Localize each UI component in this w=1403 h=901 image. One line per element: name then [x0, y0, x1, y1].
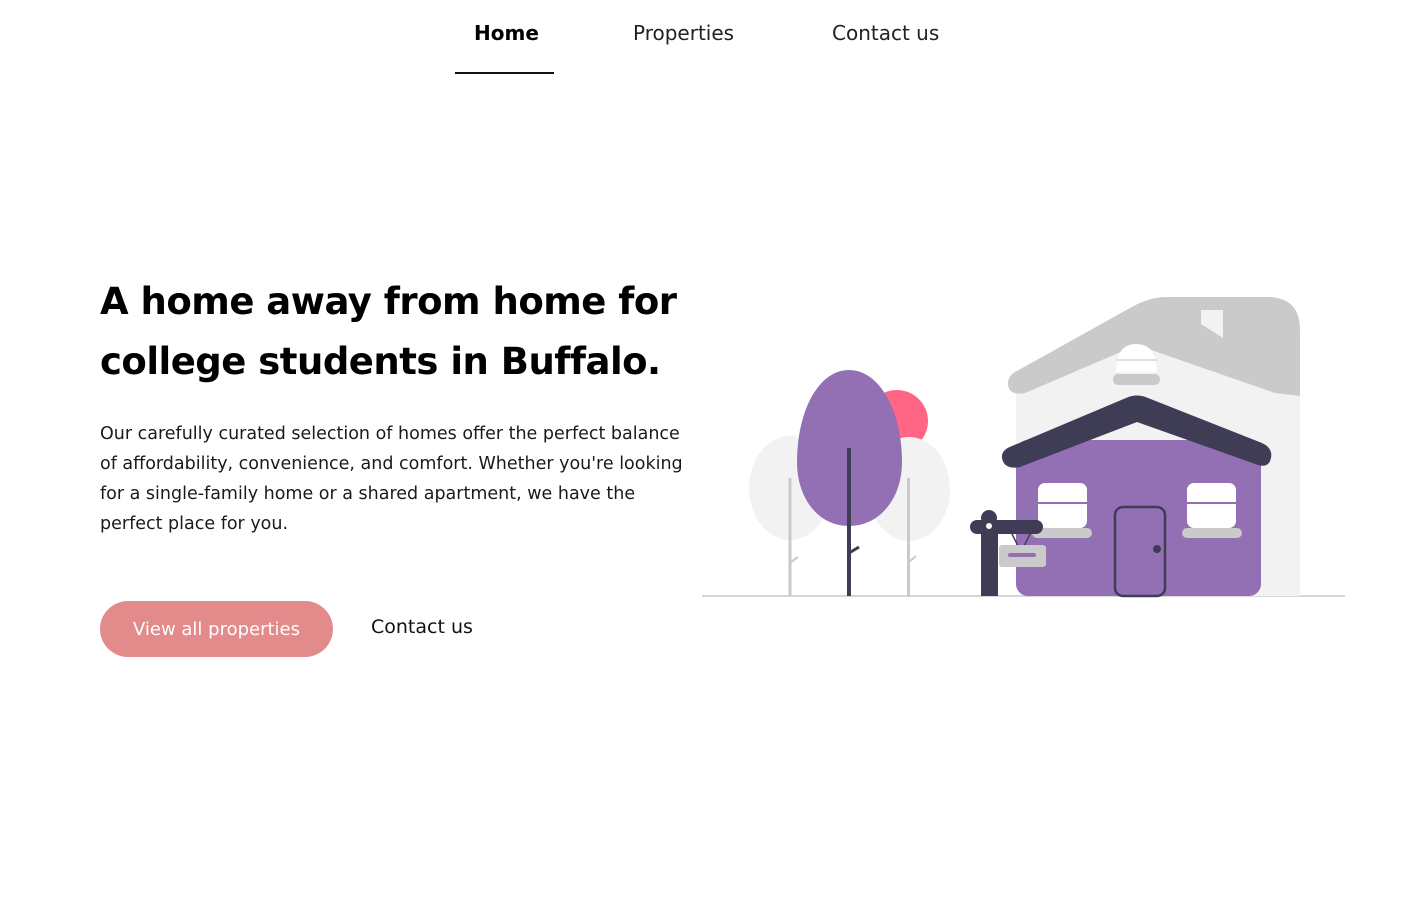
house-illustration — [702, 297, 1345, 598]
top-navigation: Home Properties Contact us — [0, 0, 1403, 76]
hero-title: A home away from home for college studen… — [100, 280, 677, 383]
nav-item-home[interactable]: Home — [474, 21, 539, 45]
active-nav-underline — [455, 72, 554, 74]
nav-item-properties[interactable]: Properties — [633, 21, 734, 45]
tree-right-trunk — [907, 478, 910, 596]
contact-us-link[interactable]: Contact us — [371, 616, 473, 638]
window-right — [1187, 483, 1236, 528]
tree-left-trunk — [788, 478, 792, 596]
window-left — [1038, 483, 1087, 528]
tree-purple-trunk — [847, 448, 851, 596]
view-all-properties-button[interactable]: View all properties — [100, 601, 333, 657]
nav-item-contact-us[interactable]: Contact us — [832, 21, 939, 45]
hero-description: Our carefully curated selection of homes… — [100, 424, 683, 534]
door-knob — [1153, 545, 1161, 553]
